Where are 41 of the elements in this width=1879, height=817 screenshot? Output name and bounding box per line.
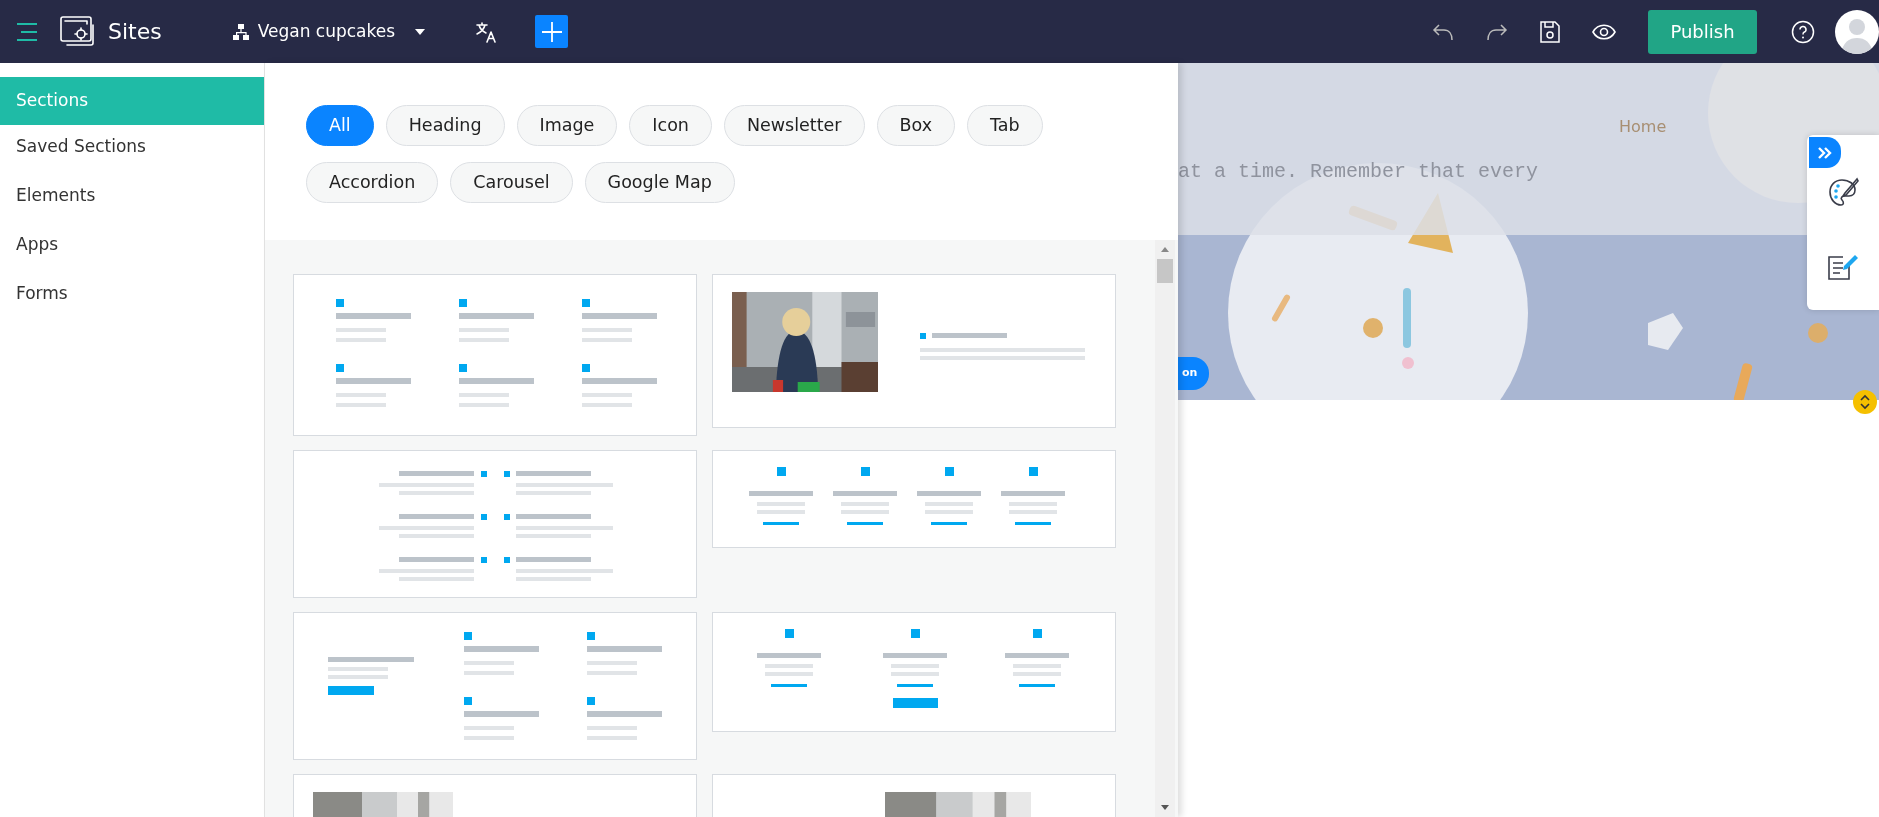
help-icon[interactable] (1791, 19, 1815, 44)
double-chevron-icon (1817, 145, 1833, 160)
scroll-thumb[interactable] (1157, 259, 1173, 283)
preview-icon[interactable] (1592, 23, 1616, 40)
sitemap-icon (231, 22, 250, 41)
sidebar-item[interactable]: Elements (0, 175, 264, 216)
sidebar-item[interactable]: Forms (0, 273, 264, 314)
app-name: Sites (108, 18, 162, 46)
expand-button[interactable] (1809, 137, 1841, 168)
sidebar-item[interactable]: Saved Sections (0, 126, 264, 167)
filter-chip[interactable]: Image (516, 105, 618, 146)
site-switcher[interactable]: Vegan cupcakes (249, 18, 426, 45)
filter-chip[interactable]: Accordion (306, 162, 439, 203)
filter-chip[interactable]: Box (876, 105, 956, 146)
up-down-chevron-icon (1859, 394, 1871, 410)
filter-chip[interactable]: Newsletter (723, 105, 865, 146)
section-button[interactable]: on (1178, 357, 1210, 390)
add-button[interactable] (535, 15, 569, 48)
redo-icon[interactable] (1486, 22, 1508, 41)
caret-icon (415, 28, 426, 35)
scrollbar[interactable] (1155, 240, 1175, 817)
avatar[interactable] (1835, 9, 1879, 54)
section-template[interactable] (712, 274, 1116, 428)
save-icon[interactable] (1540, 20, 1560, 43)
filter-chip[interactable]: Heading (385, 105, 505, 146)
undo-icon[interactable] (1432, 22, 1454, 41)
filter-chip[interactable]: Carousel (450, 162, 573, 203)
filter-chip[interactable]: Tab (967, 105, 1043, 146)
filter-chip[interactable]: Icon (629, 105, 712, 146)
palette-icon[interactable] (1827, 177, 1859, 209)
translate-icon[interactable] (475, 20, 498, 43)
plus-icon (540, 20, 563, 43)
scroll-down-icon[interactable] (1160, 804, 1170, 812)
scroll-up-icon[interactable] (1160, 245, 1170, 253)
filter-chip[interactable]: All (306, 105, 374, 146)
filter-chip[interactable]: Google Map (584, 162, 735, 203)
resize-button[interactable] (1853, 390, 1877, 414)
menu-icon[interactable] (16, 21, 38, 42)
header-text: at a time. Remember that every (1178, 159, 1539, 185)
edit-note-icon[interactable] (1827, 253, 1859, 281)
sidebar-item[interactable]: Apps (0, 224, 264, 265)
